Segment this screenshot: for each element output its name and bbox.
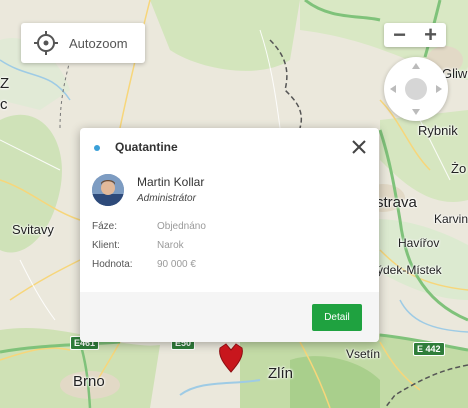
user-role: Administrátor [137,193,196,204]
pan-down-icon[interactable] [412,109,420,115]
place-label-ostrava: strava [376,194,417,211]
close-icon[interactable] [350,138,368,156]
place-label-zlin: Zlín [268,365,294,382]
detail-button[interactable]: Detail [312,304,362,331]
field-value-value: 90 000 € [157,259,196,270]
place-label-brno: Brno [73,373,105,390]
zoom-out-button[interactable]: − [384,23,415,47]
place-label-vsetin: Vsetín [346,347,381,361]
place-label-frydek-mistek: ýdek-Místek [377,263,442,277]
pan-center-knob[interactable] [405,78,427,100]
place-label-havirov: Havířov [398,236,440,250]
popup-header: Quatantine [80,128,379,166]
autozoom-label: Autozoom [69,35,128,51]
place-label-rybnik: Rybnik [418,123,458,138]
place-label-karvina: Karvin [434,212,468,226]
place-label-zory: Żo [451,161,467,176]
avatar [92,174,124,206]
pan-right-icon[interactable] [436,85,442,93]
road-badge-e442: E 442 [413,342,445,356]
field-label-phase: Fáze: [92,221,118,232]
field-label-client: Klient: [92,240,120,251]
field-label-value: Hodnota: [92,259,133,270]
user-name[interactable]: Martin Kollar [137,175,204,189]
pan-control [384,57,448,121]
status-dot [94,145,100,151]
field-value-client: Narok [157,240,184,251]
popup-footer: Detail [80,292,379,342]
field-value-phase: Objednáno [157,221,206,232]
map-pin-marker-icon[interactable] [218,342,244,374]
zoom-control: − + [384,23,446,47]
popup-title: Quatantine [115,140,178,154]
crosshair-target-icon [34,31,58,55]
pan-up-icon[interactable] [412,63,420,69]
info-popup: Quatantine Martin Kollar Administrátor F… [80,128,379,342]
zoom-in-button[interactable]: + [415,23,446,47]
place-label-z: Z [0,75,10,92]
place-label-c: c [0,96,8,113]
pan-left-icon[interactable] [390,85,396,93]
place-label-svitavy: Svitavy [12,222,54,237]
autozoom-button[interactable]: Autozoom [21,23,145,63]
